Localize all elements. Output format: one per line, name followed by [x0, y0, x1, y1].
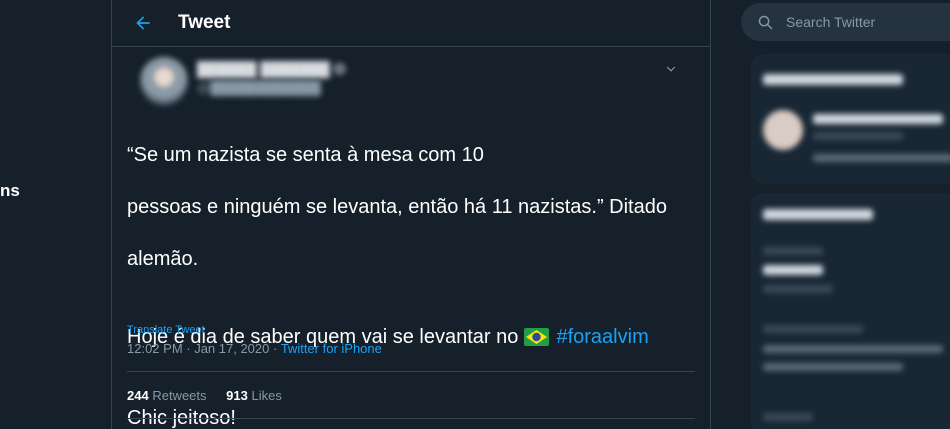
- nav-item-label-fragment[interactable]: ns: [0, 181, 20, 201]
- redacted-content: [751, 54, 950, 184]
- tweet-text-line: alemão.: [127, 248, 199, 270]
- tweet-menu-button[interactable]: [661, 59, 681, 79]
- translate-tweet-link[interactable]: Translate Tweet: [127, 324, 205, 336]
- search-icon: [758, 15, 773, 29]
- tweet: ██████ ███████ ✪ @████████████: [112, 47, 710, 105]
- search-input-placeholder[interactable]: Search Twitter: [786, 14, 875, 30]
- tweet-author: ██████ ███████ ✪ @████████████: [127, 47, 695, 105]
- retweets-count: 244: [127, 388, 149, 403]
- main-column: Tweet ██████ ███████ ✪ @████████████ “Se…: [111, 0, 711, 429]
- tweet-text-line: “Se um nazista se senta à mesa com 10: [127, 144, 484, 166]
- relevant-people-panel-redacted: [751, 54, 950, 184]
- retweets-stat[interactable]: 244 Retweets: [127, 388, 207, 403]
- retweets-label: Retweets: [152, 388, 207, 403]
- likes-label: Likes: [251, 388, 282, 403]
- back-button[interactable]: [130, 10, 156, 36]
- right-sidebar: Search Twitter: [711, 0, 950, 429]
- likes-count: 913: [226, 388, 248, 403]
- redacted-content: [751, 193, 950, 429]
- hashtag-link[interactable]: #foraalvim: [556, 326, 648, 348]
- source-link[interactable]: Twitter for iPhone: [281, 341, 382, 356]
- divider: [127, 418, 695, 419]
- timestamp[interactable]: 12:02 PM · Jan 17, 2020 ·: [127, 341, 281, 356]
- app-window: ns Tweet ██████ ███████ ✪ @████████████: [0, 0, 950, 429]
- arrow-left-icon: [136, 16, 150, 30]
- page-title: Tweet: [178, 12, 231, 33]
- tweet-stats: 244 Retweets 913 Likes: [127, 388, 298, 403]
- page-header: Tweet: [112, 0, 710, 47]
- trends-panel-redacted: [751, 193, 950, 429]
- author-name-redacted[interactable]: ██████ ███████ ✪: [197, 61, 345, 78]
- likes-stat[interactable]: 913 Likes: [226, 388, 282, 403]
- brazil-flag-icon: [523, 327, 549, 353]
- chevron-down-icon: [666, 66, 676, 72]
- tweet-text: “Se um nazista se senta à mesa com 10 pe…: [127, 116, 702, 429]
- divider: [127, 371, 695, 372]
- tweet-text-line: pessoas e ninguém se levanta, então há 1…: [127, 196, 667, 218]
- left-navigation: ns: [0, 0, 111, 429]
- tweet-metadata: 12:02 PM · Jan 17, 2020 · Twitter for iP…: [127, 341, 382, 356]
- avatar[interactable]: [140, 57, 188, 105]
- author-handle-redacted[interactable]: @████████████: [197, 80, 321, 95]
- search-box[interactable]: Search Twitter: [741, 3, 950, 41]
